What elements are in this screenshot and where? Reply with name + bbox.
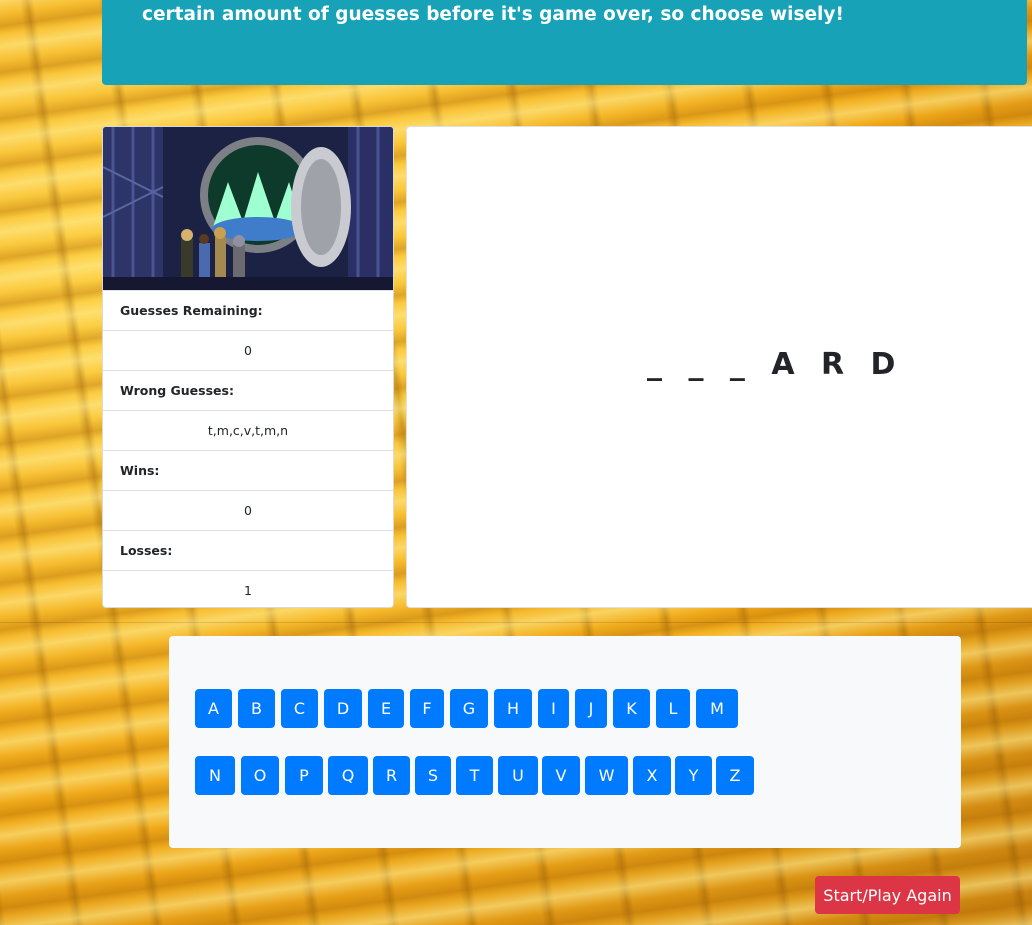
letter-button-d[interactable]: D <box>324 689 362 728</box>
word-card: _ _ _ A R D <box>406 126 1032 608</box>
letter-button-m[interactable]: M <box>696 689 738 728</box>
letter-keyboard: A B C D E F G H I J K L M N O P Q R S T … <box>169 636 961 848</box>
letter-button-i[interactable]: I <box>538 689 569 728</box>
guesses-remaining-label: Guesses Remaining: <box>103 290 393 330</box>
wins-value: 0 <box>103 490 393 530</box>
letter-button-q[interactable]: Q <box>328 756 368 795</box>
play-again-button[interactable]: Start/Play Again <box>815 876 960 914</box>
vault-scene-image <box>103 127 393 290</box>
wrong-guesses-label: Wrong Guesses: <box>103 370 393 410</box>
letter-button-b[interactable]: B <box>238 689 275 728</box>
letter-button-t[interactable]: T <box>456 756 493 795</box>
losses-value: 1 <box>103 570 393 607</box>
losses-label: Losses: <box>103 530 393 570</box>
letter-button-c[interactable]: C <box>281 689 318 728</box>
letter-button-r[interactable]: R <box>373 756 410 795</box>
letter-button-z[interactable]: Z <box>716 756 754 795</box>
letter-button-e[interactable]: E <box>368 689 404 728</box>
vault-illustration <box>103 127 393 290</box>
letter-button-l[interactable]: L <box>656 689 690 728</box>
letter-button-v[interactable]: V <box>542 756 580 795</box>
letter-button-p[interactable]: P <box>285 756 323 795</box>
letter-button-o[interactable]: O <box>241 756 279 795</box>
letter-button-h[interactable]: H <box>494 689 532 728</box>
letter-button-k[interactable]: K <box>613 689 650 728</box>
letter-button-w[interactable]: W <box>585 756 628 795</box>
letter-button-g[interactable]: G <box>450 689 488 728</box>
letter-button-f[interactable]: F <box>410 689 444 728</box>
letter-button-a[interactable]: A <box>195 689 232 728</box>
word-display: _ _ _ A R D <box>647 347 904 382</box>
wrong-guesses-value: t,m,c,v,t,m,n <box>103 410 393 450</box>
letter-button-s[interactable]: S <box>415 756 451 795</box>
wins-label: Wins: <box>103 450 393 490</box>
guesses-remaining-value: 0 <box>103 330 393 370</box>
instructions-text: certain amount of guesses before it's ga… <box>142 4 844 25</box>
letter-button-n[interactable]: N <box>195 756 235 795</box>
letter-button-x[interactable]: X <box>633 756 671 795</box>
instructions-banner: certain amount of guesses before it's ga… <box>102 0 1027 85</box>
letter-button-u[interactable]: U <box>498 756 538 795</box>
section-divider <box>0 622 1032 623</box>
stats-card: Guesses Remaining: 0 Wrong Guesses: t,m,… <box>102 126 394 608</box>
letter-button-y[interactable]: Y <box>675 756 712 795</box>
letter-button-j[interactable]: J <box>575 689 607 728</box>
